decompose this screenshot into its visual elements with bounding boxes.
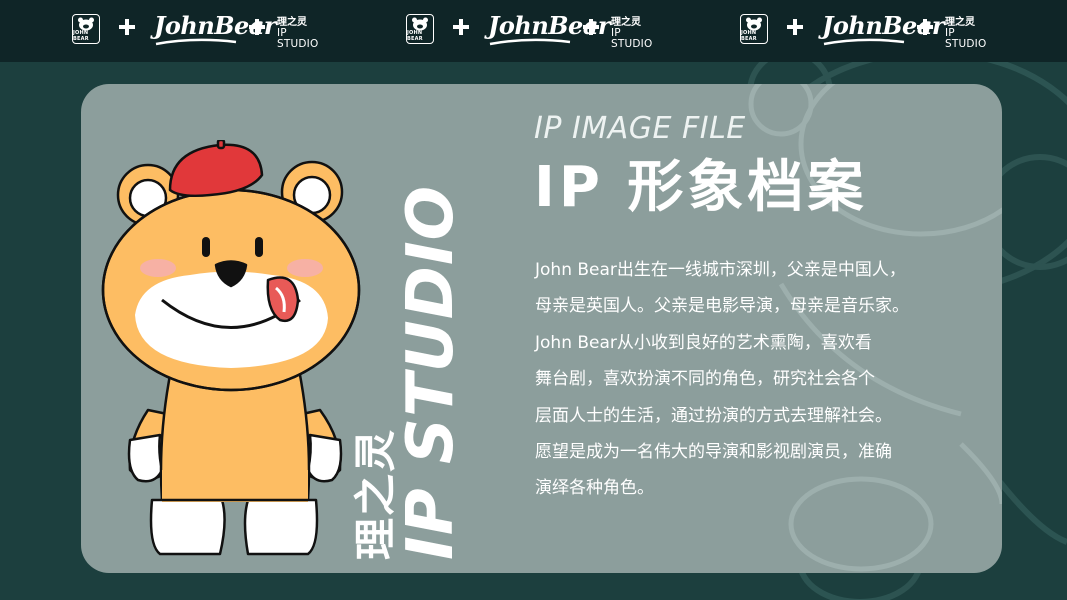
subtitle-en: IP IMAGE FILE: [534, 111, 746, 146]
bear-badge-icon: JOHN BEAR: [740, 14, 768, 44]
plus-icon: [916, 18, 934, 36]
vertical-studio-title: 理之灵 IP STUDIO: [351, 184, 468, 560]
plus-icon: [582, 18, 600, 36]
plus-icon: [118, 18, 136, 36]
studio-mark: 理之灵 IP STUDIO: [945, 17, 987, 50]
beret-icon: [168, 140, 264, 198]
description-line: 层面人士的生活，通过扮演的方式去理解社会。: [535, 405, 892, 426]
description-line: 舞台剧，喜欢扮演不同的角色，研究社会各个: [535, 369, 875, 390]
page-title: IP 形象档案: [534, 155, 868, 220]
studio-mark: 理之灵 IP STUDIO: [611, 17, 653, 50]
vertical-title-cn: 理之灵: [351, 427, 400, 560]
brand-bar: JOHN BEAR JohnBear 理之灵 IP STUDIO JOHN BE…: [0, 0, 1067, 62]
bear-badge-icon: JOHN BEAR: [406, 14, 434, 44]
studio-mark: 理之灵 IP STUDIO: [277, 17, 319, 50]
plus-icon: [452, 18, 470, 36]
bear-badge-icon: JOHN BEAR: [72, 14, 100, 44]
plus-icon: [786, 18, 804, 36]
bear-mascot-illustration: [101, 140, 361, 556]
plus-icon: [248, 18, 266, 36]
description-line: John Bear出生在一线城市深圳，父亲是中国人，: [535, 260, 906, 280]
vertical-title-en: IP STUDIO: [394, 184, 468, 560]
profile-description: John Bear出生在一线城市深圳，父亲是中国人， 母亲是英国人。父亲是电影导…: [535, 252, 975, 507]
description-line: John Bear从小收到良好的艺术熏陶，喜欢看: [535, 332, 872, 353]
description-line: 愿望是成为一名伟大的导演和影视剧演员，准确: [535, 441, 892, 462]
description-line: 演绎各种角色。: [535, 478, 654, 499]
description-line: 母亲是英国人。父亲是电影导演，母亲是音乐家。: [535, 296, 909, 317]
